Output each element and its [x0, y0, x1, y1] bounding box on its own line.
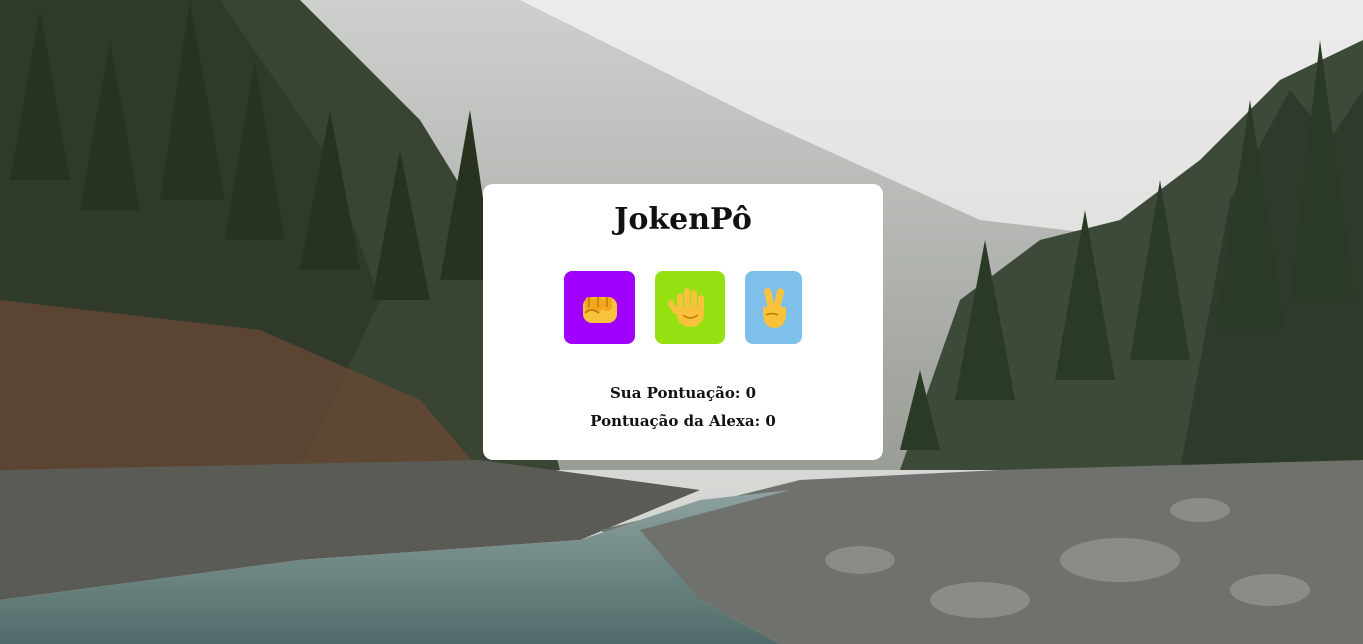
victory-hand-icon [762, 287, 786, 328]
rock-button[interactable] [564, 271, 635, 344]
game-title: JokenPô [614, 202, 752, 237]
paper-button[interactable] [655, 271, 725, 344]
user-score: Sua Pontuação: 0 [609, 384, 757, 402]
scissors-button[interactable] [745, 271, 802, 344]
fist-icon [582, 296, 617, 323]
raised-hand-icon [668, 287, 704, 327]
alexa-score: Pontuação da Alexa: 0 [590, 412, 776, 430]
game-card: JokenPô Sua Pontuação: 0 Pontuação da Al… [483, 184, 883, 460]
